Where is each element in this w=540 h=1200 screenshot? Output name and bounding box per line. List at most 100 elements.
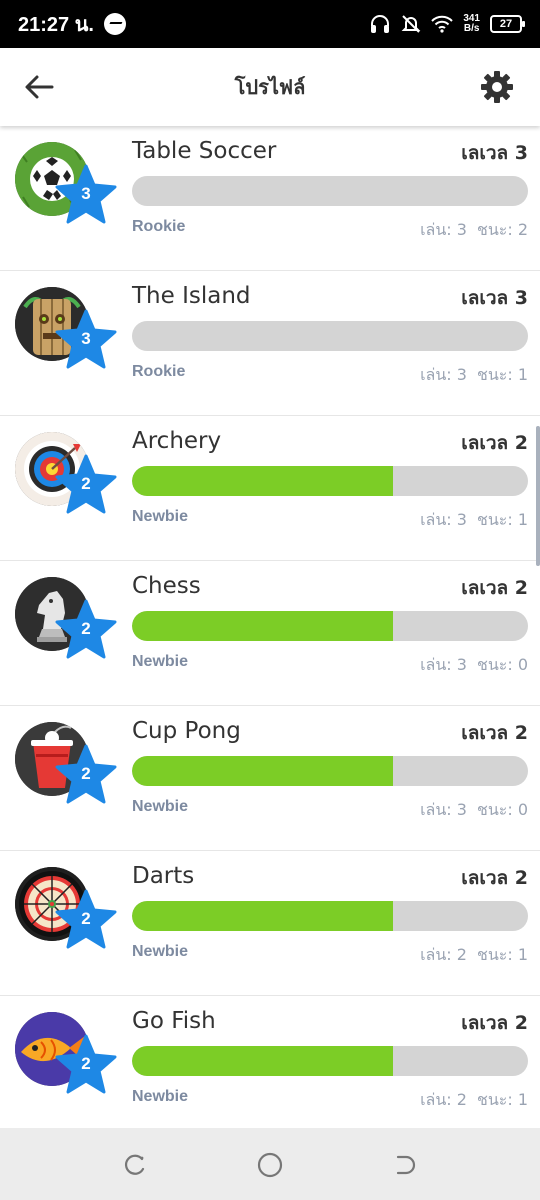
level-badge-number: 2 [81,1054,91,1073]
level-progress-fill [132,611,394,641]
gear-icon [481,71,513,103]
level-progress-fill [132,901,394,931]
page-title: โปรไฟล์ [234,75,306,99]
game-avatar: 3 [15,287,117,377]
level-progress-fill [132,756,394,786]
status-time: 21:27 น. [18,14,94,36]
level-progress-bar [132,176,528,206]
games-won: ชนะ: 1 [476,1090,528,1109]
level-progress-fill [132,1046,394,1076]
game-avatar: 2 [15,1012,117,1102]
game-stats: เล่น: 3 ชนะ: 2 [410,218,528,243]
battery-level: 27 [499,18,513,30]
rank-label: Rookie [132,218,186,235]
level-badge-number: 2 [81,764,91,783]
game-row[interactable]: 2 Archery เลเวล 2 Newbie เล่น: 3 ชนะ: 1 [0,416,540,561]
level-progress-bar [132,611,528,641]
level-badge-number: 3 [81,329,91,348]
network-speed-unit: B/s [463,23,480,34]
scrollbar[interactable] [536,426,540,566]
rank-label: Newbie [132,798,189,815]
game-name: Go Fish [132,1008,216,1034]
game-name: Cup Pong [132,718,241,744]
game-avatar: 2 [15,722,117,812]
rank-label: Newbie [132,943,189,960]
game-row[interactable]: 2 Go Fish เลเวล 2 Newbie เล่น: 2 ชนะ: 1 [0,996,540,1128]
level-progress-bar [132,466,528,496]
recent-apps-icon [124,1154,145,1175]
rank-label: Newbie [132,653,189,670]
app-bar: โปรไฟล์ [0,48,540,126]
game-row[interactable]: 3 The Island เลเวล 3 Rookie เล่น: 3 ชนะ: 1 [0,271,540,416]
rank-label: Rookie [132,363,186,380]
arrow-left-icon [25,75,54,99]
game-row[interactable]: 3 Table Soccer เลเวล 3 Rookie เล่น: 3 ชนะ: 2 [0,126,540,271]
game-level: เลเวล 2 [461,867,528,889]
level-progress-bar [132,901,528,931]
game-stats-list[interactable]: 3 Table Soccer เลเวล 3 Rookie เล่น: 3 ชนะ: 23… [0,126,540,1128]
game-name: Chess [132,573,201,599]
game-stats: เล่น: 3 ชนะ: 0 [410,798,528,823]
game-name: Table Soccer [132,138,277,164]
rank-label: Newbie [132,508,189,525]
games-won: ชนะ: 0 [476,800,528,819]
recent-apps-button[interactable] [120,1150,150,1180]
game-level: เลเวล 3 [461,287,528,309]
battery-icon: 27 [490,15,525,33]
settings-button[interactable] [478,68,516,106]
home-button[interactable] [255,1150,285,1180]
game-level: เลเวล 2 [461,722,528,744]
game-name: The Island [132,283,251,309]
game-stats: เล่น: 3 ชนะ: 1 [410,508,528,533]
level-progress-fill [132,466,394,496]
game-avatar: 2 [15,867,117,957]
games-played: เล่น: 3 [420,800,467,819]
back-nav-icon [396,1155,416,1175]
games-won: ชนะ: 2 [476,220,528,239]
game-name: Darts [132,863,195,889]
game-level: เลเวล 2 [461,1012,528,1034]
game-avatar: 2 [15,577,117,667]
home-icon [257,1152,283,1178]
game-avatar: 2 [15,432,117,522]
game-stats: เล่น: 3 ชนะ: 0 [410,653,528,678]
level-badge-number: 2 [81,619,91,638]
game-stats: เล่น: 2 ชนะ: 1 [410,1088,528,1113]
games-played: เล่น: 3 [420,365,467,384]
status-icons: 341 B/s 27 [369,14,525,34]
level-badge-number: 2 [81,909,91,928]
games-played: เล่น: 3 [420,510,467,529]
game-name: Archery [132,428,222,454]
status-bar: 21:27 น. 341 B/s 27 [0,0,540,48]
game-level: เลเวล 2 [461,577,528,599]
messenger-icon [103,13,126,35]
level-progress-bar [132,1046,528,1076]
game-stats: เล่น: 2 ชนะ: 1 [410,943,528,968]
level-badge-number: 3 [81,184,91,203]
games-won: ชนะ: 0 [476,655,528,674]
level-progress-bar [132,321,528,351]
game-row[interactable]: 2 Darts เลเวล 2 Newbie เล่น: 2 ชนะ: 1 [0,851,540,996]
games-won: ชนะ: 1 [476,365,528,384]
level-badge-number: 2 [81,474,91,493]
games-played: เล่น: 3 [420,655,467,674]
game-row[interactable]: 2 Chess เลเวล 2 Newbie เล่น: 3 ชนะ: 0 [0,561,540,706]
games-won: ชนะ: 1 [476,945,528,964]
games-played: เล่น: 3 [420,220,467,239]
games-played: เล่น: 2 [420,945,467,964]
wifi-icon [431,15,454,33]
game-row[interactable]: 2 Cup Pong เลเวล 2 Newbie เล่น: 3 ชนะ: 0 [0,706,540,851]
system-nav-bar [0,1128,540,1200]
game-avatar: 3 [15,142,117,232]
back-nav-button[interactable] [390,1150,420,1180]
game-level: เลเวล 3 [461,142,528,164]
bell-off-icon [401,15,421,33]
level-progress-bar [132,756,528,786]
games-played: เล่น: 2 [420,1090,467,1109]
back-button[interactable] [22,70,56,104]
game-stats: เล่น: 3 ชนะ: 1 [410,363,528,388]
games-won: ชนะ: 1 [476,510,528,529]
network-speed: 341 B/s [463,14,480,34]
headphones-icon [371,15,390,33]
rank-label: Newbie [132,1088,189,1105]
